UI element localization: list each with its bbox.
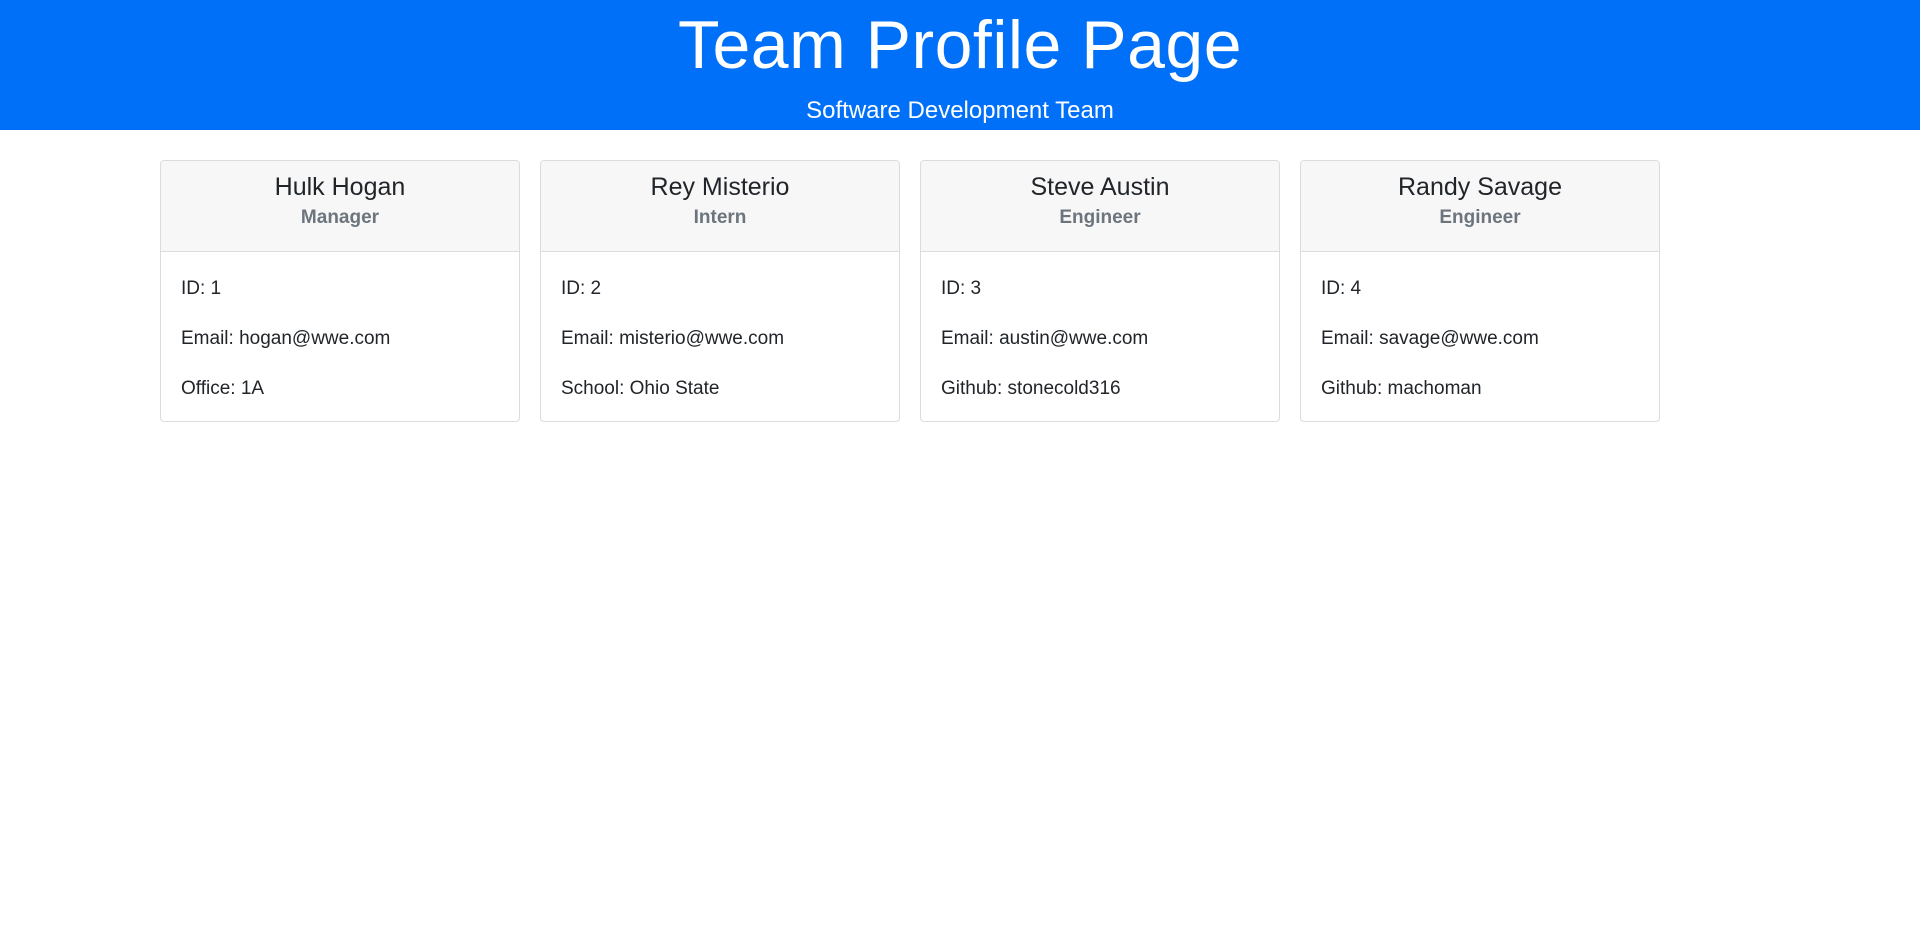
card-header: Hulk Hogan Manager: [161, 161, 519, 252]
member-id: ID: 1: [181, 278, 222, 299]
page-header: Team Profile Page Software Development T…: [0, 0, 1920, 130]
member-github[interactable]: Github: machoman: [1321, 376, 1639, 402]
member-email[interactable]: Email: savage@wwe.com: [1321, 326, 1639, 352]
member-email[interactable]: Email: hogan@wwe.com: [181, 326, 499, 352]
card-header: Steve Austin Engineer: [921, 161, 1279, 252]
card-header: Rey Misterio Intern: [541, 161, 899, 252]
card-body: ID: 4 Email: savage@wwe.com Github: mach…: [1301, 252, 1659, 402]
member-email[interactable]: Email: misterio@wwe.com: [561, 326, 879, 352]
member-role: Intern: [693, 207, 747, 228]
card-body: ID: 3 Email: austin@wwe.com Github: ston…: [921, 252, 1279, 402]
member-id: ID: 4: [1321, 278, 1362, 299]
member-school: School: Ohio State: [561, 378, 720, 399]
member-role: Engineer: [1059, 207, 1141, 228]
member-email[interactable]: Email: austin@wwe.com: [941, 326, 1259, 352]
card-body: ID: 2 Email: misterio@wwe.com School: Oh…: [541, 252, 899, 402]
member-name: Randy Savage: [1397, 173, 1562, 201]
member-name: Rey Misterio: [650, 173, 790, 201]
member-id: ID: 3: [941, 278, 982, 299]
team-member-card-engineer: Randy Savage Engineer ID: 4 Email: savag…: [1300, 160, 1660, 422]
page-subtitle: Software Development Team: [806, 97, 1114, 124]
member-office: Office: 1A: [181, 378, 265, 399]
team-member-card-intern: Rey Misterio Intern ID: 2 Email: misteri…: [540, 160, 900, 422]
card-body: ID: 1 Email: hogan@wwe.com Office: 1A: [161, 252, 519, 402]
team-card-list: Hulk Hogan Manager ID: 1 Email: hogan@ww…: [160, 160, 1660, 422]
member-name: Hulk Hogan: [274, 173, 406, 201]
member-role: Manager: [300, 207, 380, 228]
member-id: ID: 2: [561, 278, 602, 299]
page-title: Team Profile Page: [677, 7, 1243, 83]
team-member-card-manager: Hulk Hogan Manager ID: 1 Email: hogan@ww…: [160, 160, 520, 422]
team-member-card-engineer: Steve Austin Engineer ID: 3 Email: austi…: [920, 160, 1280, 422]
member-name: Steve Austin: [1030, 173, 1170, 201]
member-github[interactable]: Github: stonecold316: [941, 376, 1259, 402]
member-role: Engineer: [1439, 207, 1521, 228]
card-header: Randy Savage Engineer: [1301, 161, 1659, 252]
